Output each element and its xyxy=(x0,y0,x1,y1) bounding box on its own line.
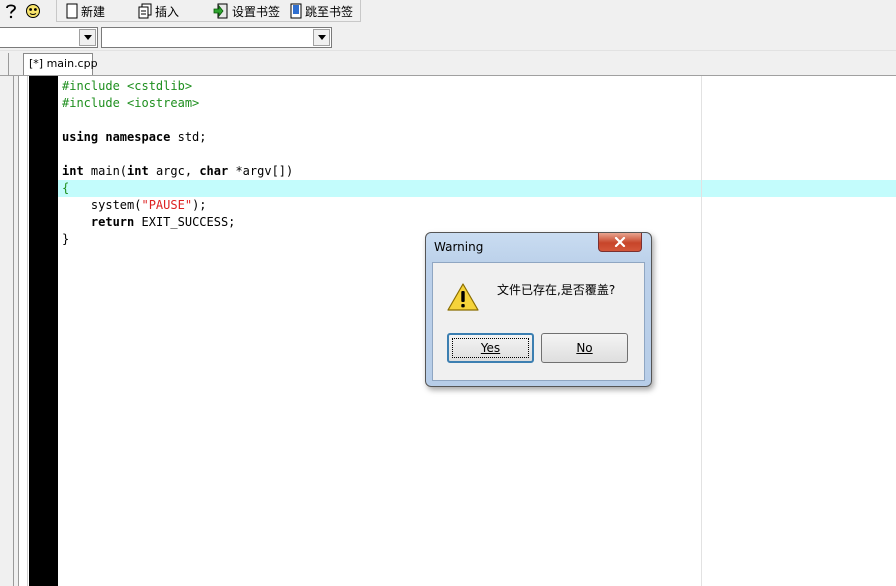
code-std: std; xyxy=(177,130,207,144)
class-browser-bar xyxy=(0,23,896,51)
set-bookmark-button[interactable]: 设置书签 xyxy=(213,2,280,20)
goto-bookmark-label: 跳至书签 xyxy=(305,4,354,19)
insert-button[interactable]: 插入 xyxy=(138,2,179,20)
insert-label: 插入 xyxy=(155,4,180,19)
question-mark-icon xyxy=(6,4,16,19)
member-combo[interactable] xyxy=(101,27,332,48)
no-button[interactable]: No xyxy=(541,333,628,363)
new-label: 新建 xyxy=(81,4,106,19)
set-bookmark-label: 设置书签 xyxy=(232,4,281,19)
new-file-icon xyxy=(66,3,78,19)
project-pane-edge xyxy=(0,53,9,76)
code-line-system: system("PAUSE"); xyxy=(62,198,207,212)
no-label: No xyxy=(576,341,593,355)
insert-icon xyxy=(138,3,152,19)
focus-rect xyxy=(452,338,529,358)
goto-bookmark-button[interactable]: 跳至书签 xyxy=(290,2,353,20)
set-bookmark-icon xyxy=(213,3,228,19)
dialog-body: 文件已存在,是否覆盖? Yes No xyxy=(432,262,645,381)
chevron-down-icon[interactable] xyxy=(313,29,330,46)
editor-tab-bar: [*] main.cpp xyxy=(0,51,896,76)
class-combo[interactable] xyxy=(0,27,98,48)
dialog-close-button[interactable] xyxy=(598,233,642,252)
help-button[interactable] xyxy=(4,2,18,20)
code-line-using: using namespace std; xyxy=(62,130,207,144)
code-line-return: return EXIT_SUCCESS; xyxy=(90,215,236,229)
close-icon xyxy=(614,237,626,247)
code-line-main: int main(int argc, char *argv[]) xyxy=(62,164,294,178)
project-pane[interactable] xyxy=(0,76,14,586)
code-line: #include <cstdlib> xyxy=(62,79,193,93)
code-text[interactable]: #include <cstdlib> #include <iostream> u… xyxy=(62,78,293,248)
right-margin-line xyxy=(701,76,702,586)
chevron-down-icon[interactable] xyxy=(79,29,96,46)
toolbar: 新建 插入 设置书签 跳至书签 xyxy=(0,0,896,23)
code-line: { xyxy=(62,181,70,195)
yes-button[interactable]: Yes xyxy=(447,333,534,363)
dialog-title: Warning xyxy=(434,240,484,254)
goto-bookmark-icon xyxy=(290,3,302,19)
smiley-icon xyxy=(26,4,40,18)
warning-icon xyxy=(447,283,479,314)
new-button[interactable]: 新建 xyxy=(66,2,105,20)
code-line: } xyxy=(62,232,70,246)
code-line: #include <iostream> xyxy=(62,96,200,110)
dialog-message: 文件已存在,是否覆盖? xyxy=(497,283,616,297)
warning-dialog: Warning 文件已存在,是否覆盖? Yes No xyxy=(425,232,652,387)
fold-margin xyxy=(19,76,28,586)
about-button[interactable] xyxy=(25,2,41,20)
line-gutter[interactable] xyxy=(29,76,58,586)
tab-main-cpp[interactable]: [*] main.cpp xyxy=(23,53,98,75)
